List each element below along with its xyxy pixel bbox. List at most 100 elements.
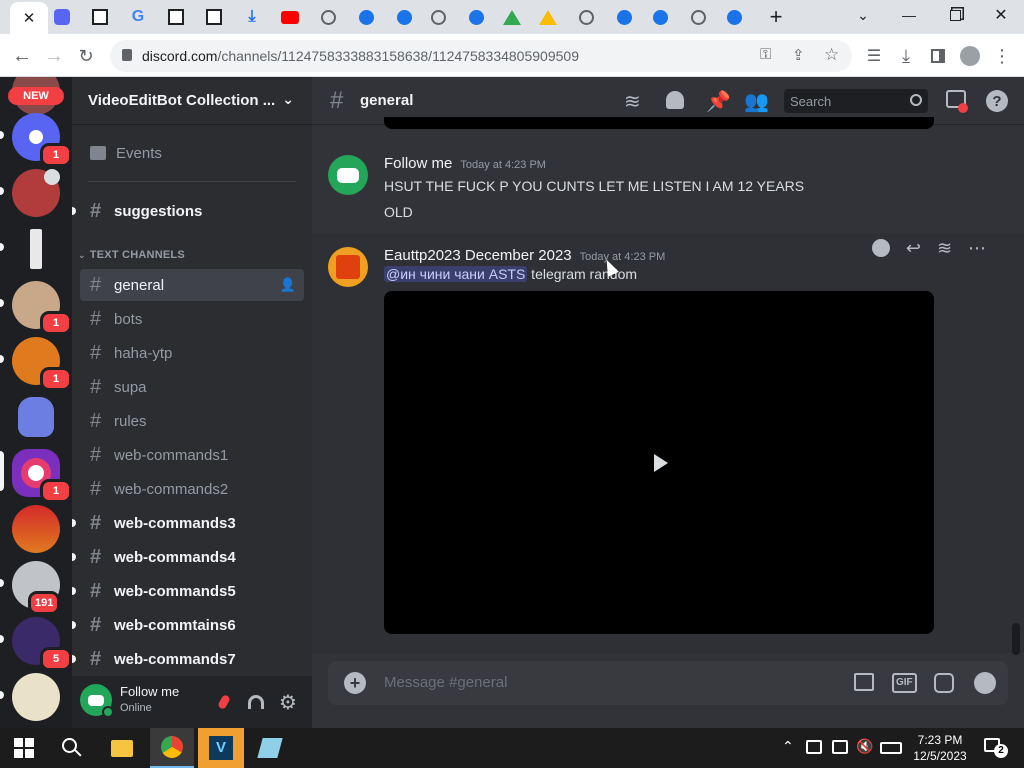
message-composer[interactable]: + Message #general GIF xyxy=(328,661,1008,705)
search-button[interactable] xyxy=(60,736,84,760)
more-icon[interactable]: ⋯ xyxy=(968,238,986,259)
add-member-icon[interactable]: 👤 xyxy=(280,277,296,293)
channel-web-commands2[interactable]: # web-commands2 xyxy=(80,473,304,505)
taskbar-app-vegas[interactable]: V xyxy=(198,728,244,768)
restore-button[interactable] xyxy=(932,0,978,30)
browser-tab[interactable] xyxy=(498,4,526,30)
close-icon[interactable]: ✕ xyxy=(23,9,36,27)
channel-web-commands4[interactable]: # web-commands4 xyxy=(72,541,304,573)
server-header[interactable]: VideoEditBot Collection ... ⌄ xyxy=(72,77,312,125)
browser-tab[interactable] xyxy=(424,4,452,30)
back-button[interactable]: ← xyxy=(8,42,36,70)
profile-button[interactable] xyxy=(956,42,984,70)
tab-search-button[interactable]: ⌄ xyxy=(840,0,886,30)
server-icon[interactable] xyxy=(12,393,60,441)
browser-tab[interactable] xyxy=(276,4,304,30)
events-item[interactable]: Events xyxy=(80,137,304,169)
channel-supa[interactable]: # supa xyxy=(80,371,304,403)
start-button[interactable] xyxy=(14,738,34,758)
browser-tab[interactable] xyxy=(534,4,562,30)
browser-tab[interactable]: G xyxy=(124,4,152,30)
search-input[interactable]: Search xyxy=(784,89,928,113)
new-tab-button[interactable]: + xyxy=(762,4,790,30)
share-icon[interactable]: ⇪ xyxy=(792,46,805,64)
channel-haha-ytp[interactable]: # haha-ytp xyxy=(80,337,304,369)
key-icon[interactable]: ⚿ xyxy=(760,46,771,63)
network-icon[interactable] xyxy=(832,740,848,754)
browser-tab[interactable] xyxy=(610,4,638,30)
emoji-icon[interactable] xyxy=(974,672,996,694)
chevron-up-icon[interactable]: ⌃ xyxy=(782,738,794,755)
taskbar-app-notepad[interactable] xyxy=(248,728,292,768)
bell-icon[interactable] xyxy=(666,91,684,109)
downloads-button[interactable]: ⤓ xyxy=(892,42,920,70)
channel-suggestions[interactable]: # suggestions xyxy=(72,195,304,227)
video-embed[interactable] xyxy=(384,291,934,634)
browser-tab[interactable] xyxy=(314,4,342,30)
browser-tab[interactable] xyxy=(646,4,674,30)
chrome-menu-button[interactable]: ⋮ xyxy=(988,42,1016,70)
volume-muted-icon[interactable]: 🔇 xyxy=(856,738,873,755)
browser-tab[interactable] xyxy=(48,4,76,30)
browser-tab[interactable] xyxy=(462,4,490,30)
add-attachment-button[interactable]: + xyxy=(344,672,366,694)
close-window-button[interactable]: ✕ xyxy=(978,0,1024,30)
channel-general[interactable]: # general 👤 xyxy=(80,269,304,301)
server-icon[interactable] xyxy=(12,225,60,273)
address-bar[interactable]: discord.com/channels/1124758333883158638… xyxy=(110,40,852,72)
threads-icon[interactable]: ≋ xyxy=(624,89,641,114)
avatar[interactable] xyxy=(328,155,368,195)
server-icon[interactable] xyxy=(12,505,60,553)
browser-tab[interactable] xyxy=(86,4,114,30)
minimize-button[interactable]: — xyxy=(886,0,932,30)
avatar[interactable] xyxy=(328,247,368,287)
channel-rules[interactable]: # rules xyxy=(80,405,304,437)
browser-tab[interactable] xyxy=(162,4,190,30)
mute-button[interactable] xyxy=(212,690,236,714)
browser-tab[interactable] xyxy=(390,4,418,30)
add-reaction-icon[interactable] xyxy=(871,239,890,257)
browser-tab[interactable] xyxy=(684,4,712,30)
channel-web-commands1[interactable]: # web-commands1 xyxy=(80,439,304,471)
scrollbar[interactable] xyxy=(1012,623,1020,655)
browser-tab[interactable] xyxy=(572,4,600,30)
taskbar-app-chrome[interactable] xyxy=(150,728,194,768)
gif-icon[interactable]: GIF xyxy=(892,673,917,693)
side-panel-button[interactable] xyxy=(924,42,952,70)
taskbar-app-explorer[interactable] xyxy=(100,728,144,768)
browser-tab[interactable] xyxy=(200,4,228,30)
pin-icon[interactable]: 📌 xyxy=(706,89,731,114)
category-text-channels[interactable]: ⌄ TEXT CHANNELS xyxy=(78,249,185,261)
star-icon[interactable]: ☆ xyxy=(824,45,839,65)
notification-center-button[interactable]: 2 xyxy=(982,736,1008,760)
user-settings-button[interactable]: ⚙ xyxy=(276,690,300,714)
media-control-button[interactable]: ☰ xyxy=(860,42,888,70)
help-icon[interactable]: ? xyxy=(986,90,1008,112)
reload-button[interactable]: ↻ xyxy=(72,42,100,70)
message-author[interactable]: Eauttp2023 December 2023 xyxy=(384,247,572,264)
clock[interactable]: 7:23 PM 12/5/2023 xyxy=(912,732,968,764)
channel-web-commtains6[interactable]: # web-commtains6 xyxy=(72,609,304,641)
sticker-icon[interactable] xyxy=(934,673,954,693)
channel-web-commands5[interactable]: # web-commands5 xyxy=(72,575,304,607)
browser-tab[interactable] xyxy=(352,4,380,30)
browser-tab[interactable]: ⤓ xyxy=(238,4,266,30)
reply-icon[interactable]: ↩ xyxy=(906,238,921,259)
channel-web-commands7[interactable]: # web-commands7 xyxy=(72,643,304,675)
channel-bots[interactable]: # bots xyxy=(80,303,304,335)
forward-button[interactable]: → xyxy=(40,42,68,70)
thread-icon[interactable]: ≋ xyxy=(937,238,952,259)
browser-tab-active[interactable]: ✕ xyxy=(10,2,48,34)
channel-web-commands3[interactable]: # web-commands3 xyxy=(72,507,304,539)
username[interactable]: Follow me xyxy=(120,684,179,699)
deafen-button[interactable] xyxy=(244,690,268,714)
message-author[interactable]: Follow me xyxy=(384,155,452,172)
security-icon[interactable] xyxy=(806,740,822,754)
browser-tab[interactable] xyxy=(720,4,748,30)
members-icon[interactable]: 👥 xyxy=(744,89,769,114)
gift-icon[interactable] xyxy=(854,673,874,691)
user-mention[interactable]: @ин чини чани ASTS xyxy=(384,266,528,282)
server-icon[interactable] xyxy=(12,673,60,721)
play-icon[interactable] xyxy=(654,454,668,472)
keyboard-icon[interactable] xyxy=(880,742,902,754)
